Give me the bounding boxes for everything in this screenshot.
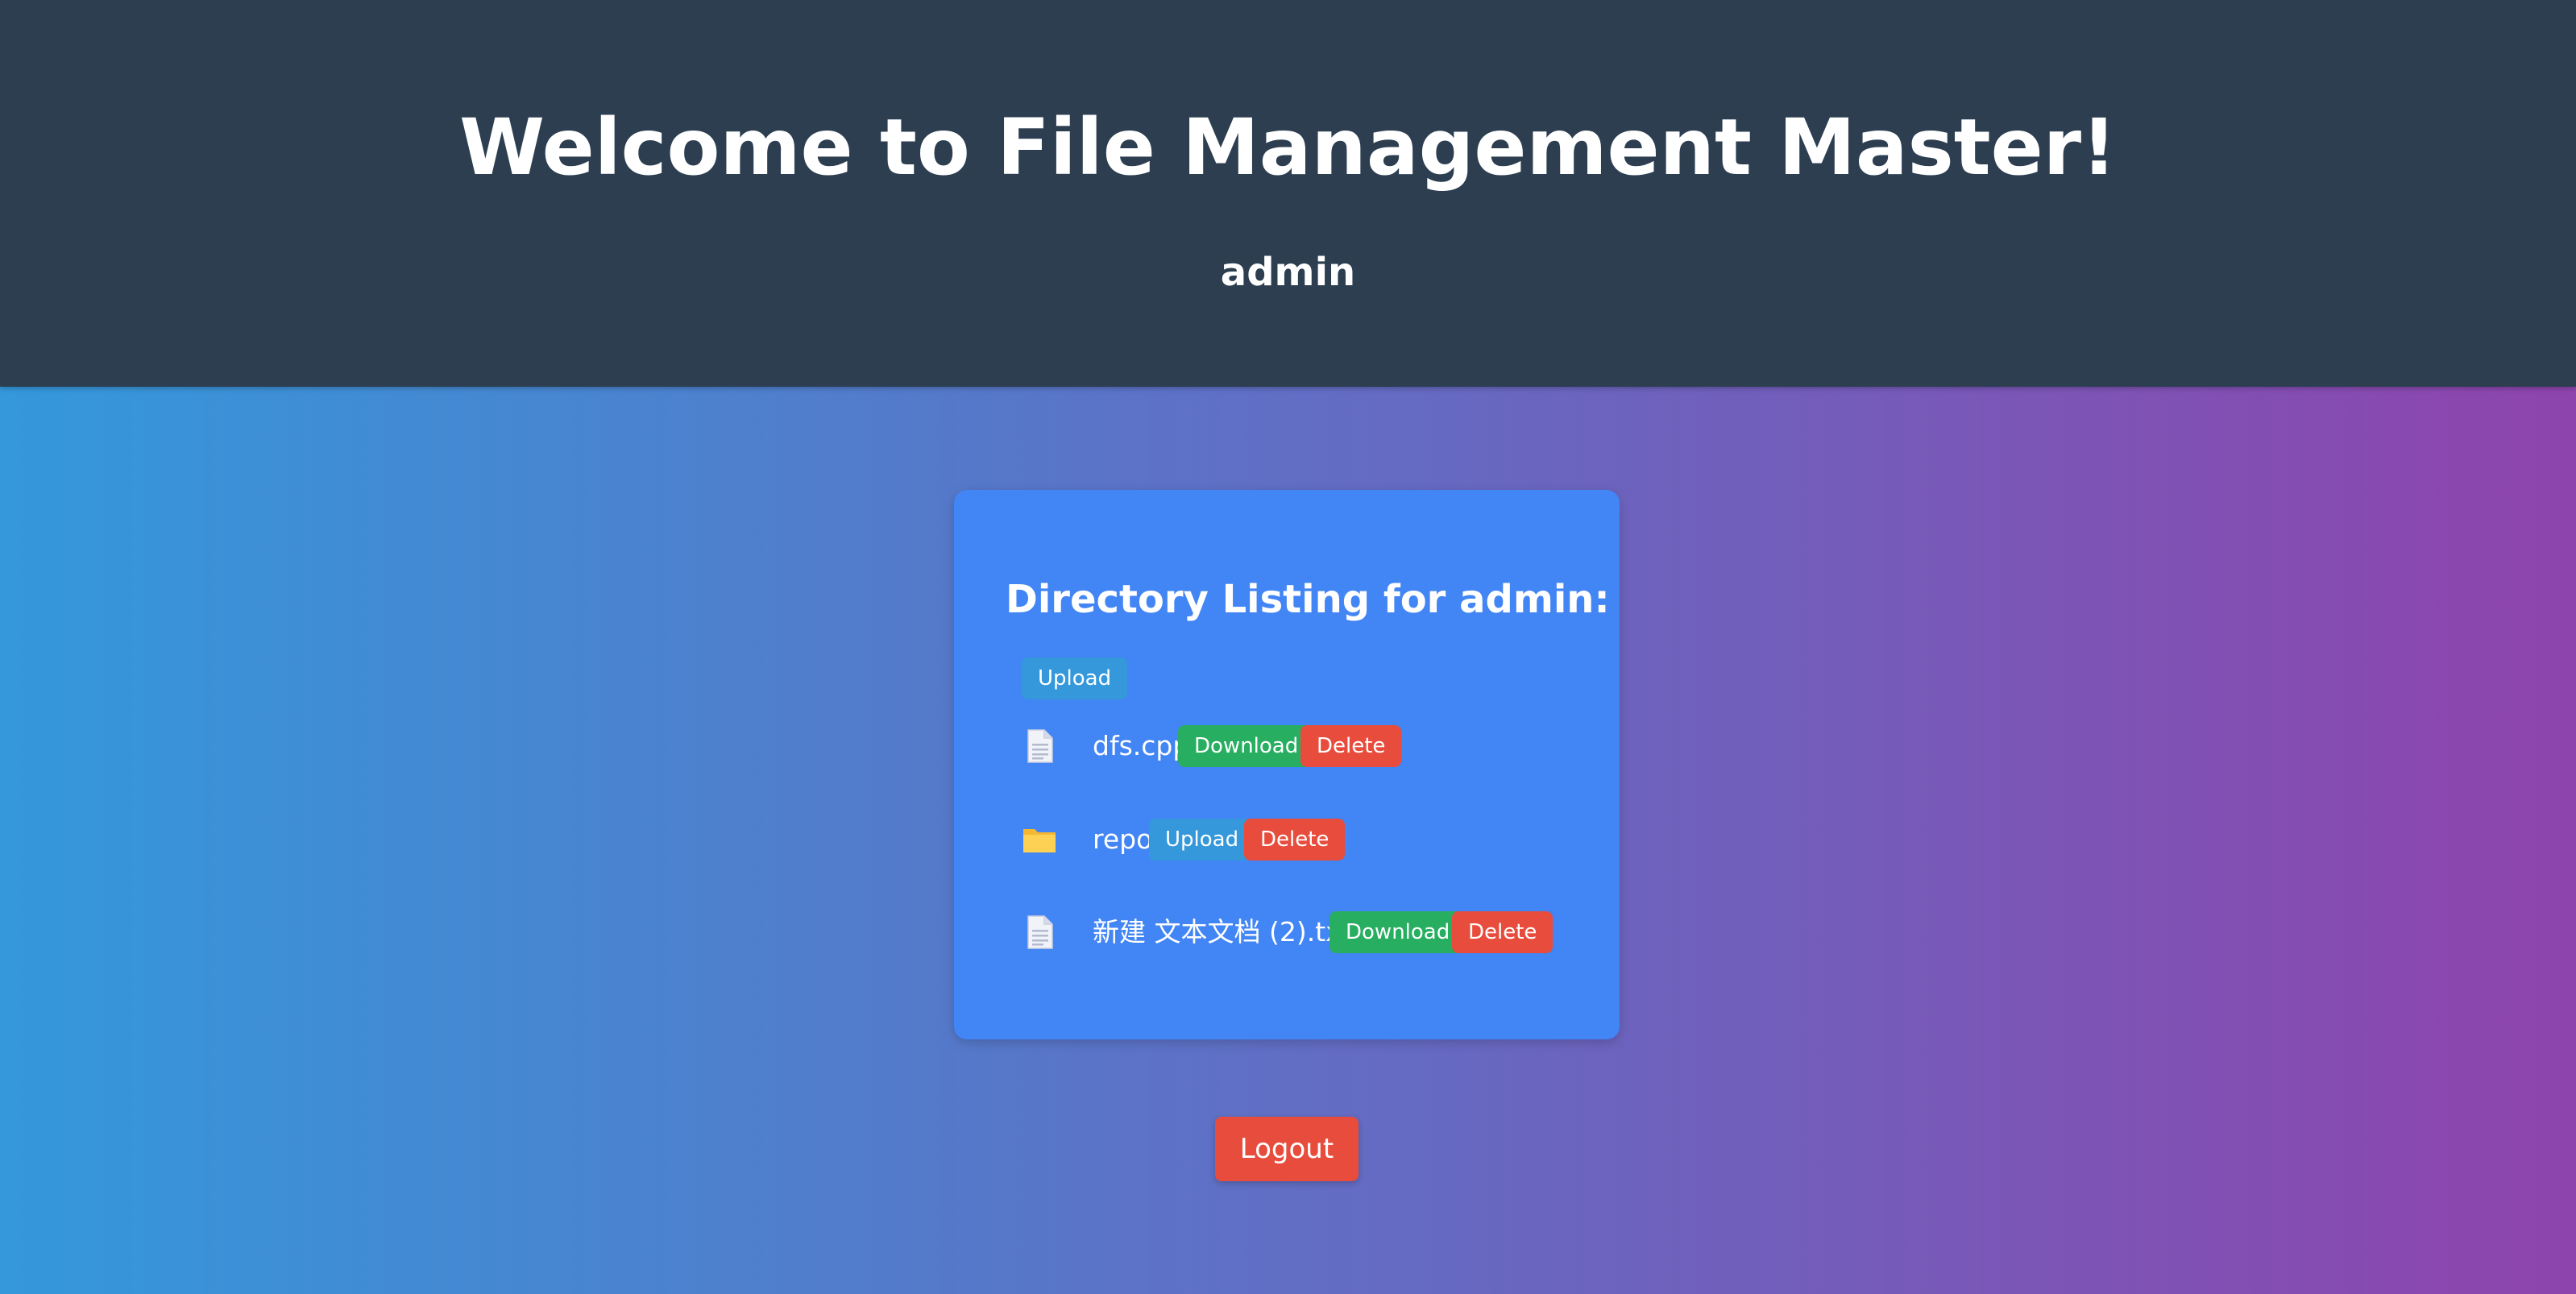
- delete-button[interactable]: Delete: [1452, 911, 1553, 953]
- download-button[interactable]: Download: [1178, 725, 1315, 767]
- download-button[interactable]: Download: [1329, 911, 1466, 953]
- file-name[interactable]: dfs.cpp: [1093, 724, 1189, 769]
- directory-listing-heading: Directory Listing for admin:: [1006, 577, 1610, 622]
- list-item: repo Upload Delete: [1022, 817, 1602, 862]
- username-label: admin: [1220, 250, 1356, 295]
- file-name[interactable]: 新建 文本文档 (2).txt: [1093, 910, 1352, 955]
- folder-name[interactable]: repo: [1093, 817, 1152, 862]
- upload-button[interactable]: Upload: [1149, 819, 1255, 861]
- delete-button[interactable]: Delete: [1244, 819, 1346, 861]
- list-item: dfs.cpp Download Delete: [1022, 724, 1602, 769]
- page-title: Welcome to File Management Master!: [459, 102, 2117, 193]
- folder-icon: [1022, 822, 1057, 857]
- file-icon: [1022, 915, 1057, 950]
- file-icon: [1022, 728, 1057, 764]
- delete-button[interactable]: Delete: [1300, 725, 1402, 767]
- page-header: Welcome to File Management Master! admin: [0, 0, 2576, 387]
- logout-button[interactable]: Logout: [1215, 1117, 1359, 1181]
- list-item: 新建 文本文档 (2).txt Download Delete: [1022, 910, 1602, 955]
- directory-listing-card: Directory Listing for admin: Upload dfs.…: [954, 490, 1620, 1039]
- upload-button[interactable]: Upload: [1022, 657, 1128, 699]
